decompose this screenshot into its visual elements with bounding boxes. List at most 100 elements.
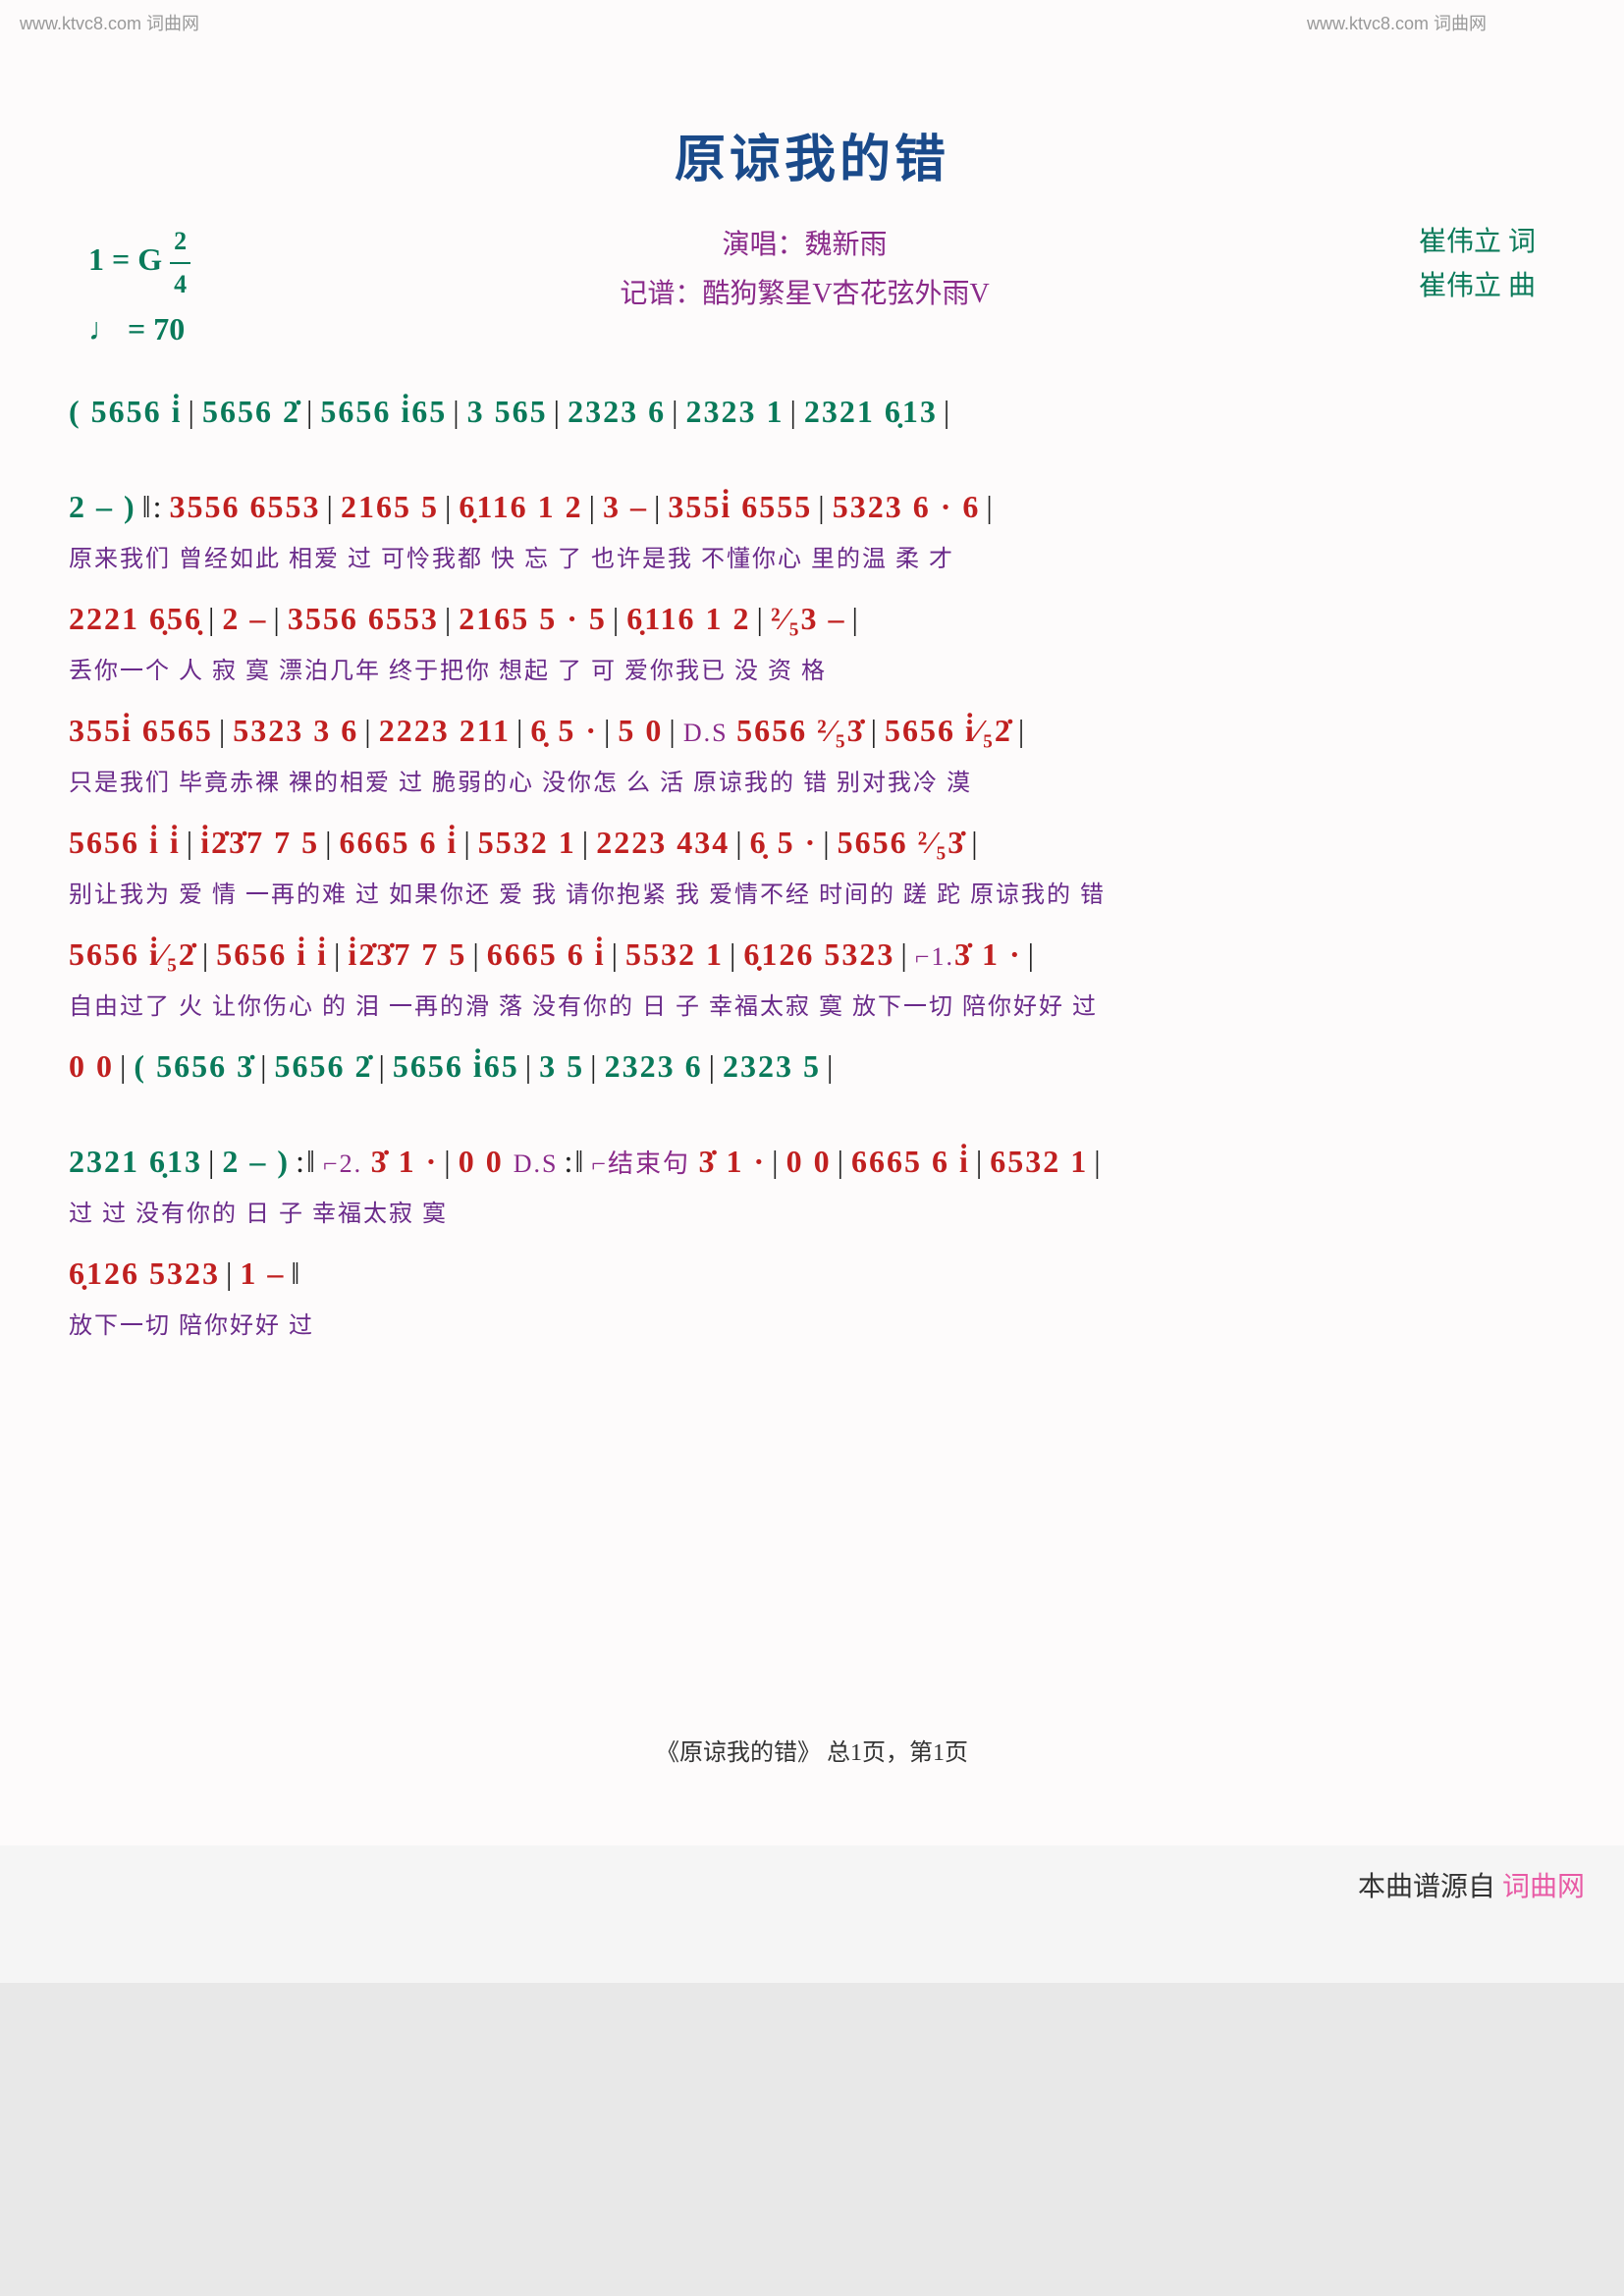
note-group: ²⁄₅3 –	[771, 601, 846, 636]
note-group: 5656 i̇65	[320, 394, 447, 429]
note-group: 6665 6 i̇	[851, 1144, 970, 1179]
barline: |	[267, 601, 287, 636]
barline: |	[114, 1048, 134, 1084]
barline: |	[965, 825, 985, 860]
barline: |	[584, 1048, 604, 1084]
score-sheet: 原谅我的错 1 = G 2 4 ♩ = 70 演唱：魏新雨 记谱：酷狗繁星V杏花…	[0, 0, 1624, 1845]
barline: |	[458, 825, 477, 860]
barline: |	[703, 1048, 723, 1084]
note-group: ⌐1.	[915, 942, 954, 971]
note-group: 6̣116 1 2	[626, 601, 750, 636]
lyric-line: 过 过 没有你的 日 子 幸福太寂 寞	[69, 1194, 1555, 1228]
barline: |	[832, 1144, 851, 1179]
note-group: 5656 ²⁄₅3̇	[736, 713, 865, 748]
lyric-line: 别让我为 爱 情 一再的难 过 如果你还 爱 我 请你抱紧 我 爱情不经 时间的…	[69, 875, 1555, 909]
note-group: 3 5	[539, 1048, 584, 1084]
staff-line: 2321 6̣13|2 – ):‖⌐2. 3̇ 1 ·|0 0 D.S:‖⌐结束…	[69, 1144, 1555, 1180]
note-group: 6̣116 1 2	[459, 489, 582, 524]
score-body: ( 5656 i̇|5656 2̇|5656 i̇65|3 565|2323 6…	[69, 394, 1555, 1340]
barline: |	[439, 601, 459, 636]
song-title: 原谅我的错	[69, 118, 1555, 191]
note-group: 6̣126 5323	[743, 936, 894, 972]
barline: |	[576, 825, 596, 860]
barline: |	[254, 1048, 274, 1084]
lyric-line: 丢你一个 人 寂 寞 漂泊几年 终于把你 想起 了 可 爱你我已 没 资 格	[69, 651, 1555, 685]
barline: |	[319, 825, 339, 860]
note-group: 2165 5	[341, 489, 439, 524]
barline: |	[812, 489, 832, 524]
barline: |	[321, 489, 341, 524]
barline: :‖	[290, 1144, 323, 1179]
note-group: 2323 1	[685, 394, 784, 429]
note-group: 355i̇ 6555	[668, 489, 812, 524]
barline: |	[648, 489, 668, 524]
staff-line: 2221 6̣56̣|2 –|3556 6553|2165 5 · 5|6̣11…	[69, 601, 1555, 637]
note-group: 5656 2̇	[202, 394, 300, 429]
key-signature-block: 1 = G 2 4 ♩ = 70	[88, 221, 190, 354]
composer: 崔伟立 曲	[1419, 265, 1536, 309]
lyricist: 崔伟立 词	[1419, 221, 1536, 265]
note-group: 2 – )	[222, 1144, 290, 1179]
note-group: 2321 6̣13	[804, 394, 938, 429]
note-group: 5532 1	[625, 936, 724, 972]
barline: |	[663, 713, 682, 748]
lyric-line: 原来我们 曾经如此 相爱 过 可怜我都 快 忘 了 也许是我 不懂你心 里的温 …	[69, 539, 1555, 573]
barline: |	[583, 489, 603, 524]
barline: |	[181, 825, 200, 860]
note-group: 6532 1	[990, 1144, 1088, 1179]
note-group: 5656 i̇⁄₅2̇	[885, 713, 1012, 748]
note-group: 0 0	[459, 1144, 514, 1179]
note-group: 2165 5 · 5	[459, 601, 607, 636]
barline: |	[220, 1255, 240, 1291]
barline: |	[213, 713, 233, 748]
barline: |	[358, 713, 378, 748]
barline: |	[766, 1144, 785, 1179]
time-signature: 2 4	[170, 221, 190, 304]
barline: |	[865, 713, 885, 748]
watermark-left: www.ktvc8.com 词曲网	[20, 10, 199, 35]
note-group: 0 0	[69, 1048, 114, 1084]
barline: |	[666, 394, 685, 429]
barline: |	[606, 936, 625, 972]
performer-label: 演唱：	[723, 230, 805, 260]
note-group: 0 0	[786, 1144, 832, 1179]
note-group: 3̇ 1 ·	[371, 1144, 439, 1179]
note-group: ( 5656 i̇	[69, 394, 183, 429]
barline: |	[439, 489, 459, 524]
barline: |	[938, 394, 957, 429]
note-group: 2323 6	[568, 394, 666, 429]
staff-line: 5656 i̇⁄₅2̇|5656 i̇ i̇|i̇2̇3̇7 7 5|6665 …	[69, 936, 1555, 973]
lyric-line: 自由过了 火 让你伤心 的 泪 一再的滑 落 没有你的 日 子 幸福太寂 寞 放…	[69, 987, 1555, 1021]
barline: ‖:	[136, 489, 170, 524]
score-header: 1 = G 2 4 ♩ = 70 演唱：魏新雨 记谱：酷狗繁星V杏花弦外雨V 崔…	[88, 221, 1536, 354]
note-group: 2321 6̣13	[69, 1144, 202, 1179]
note-group: 5656 i̇65	[393, 1048, 519, 1084]
barline: |	[1088, 1144, 1108, 1179]
footer-link[interactable]: 词曲网	[1502, 1872, 1585, 1902]
transcriber-name: 酷狗繁星V杏花弦外雨V	[702, 279, 989, 309]
note-group: ( 5656 3̇	[134, 1048, 254, 1084]
barline: |	[970, 1144, 990, 1179]
barline: |	[202, 601, 222, 636]
barline: |	[1012, 713, 1032, 748]
staff-line: 2 – )‖:3556 6553|2165 5|6̣116 1 2|3 –|35…	[69, 489, 1555, 525]
barline: |	[784, 394, 803, 429]
note-group: 3 –	[603, 489, 648, 524]
note-group: 2223 211	[379, 713, 511, 748]
note-group: 2323 6	[605, 1048, 703, 1084]
staff-line: ( 5656 i̇|5656 2̇|5656 i̇65|3 565|2323 6…	[69, 394, 1555, 430]
staff-line: 6̣126 5323|1 –‖	[69, 1255, 1555, 1292]
note-group: ⌐2.	[323, 1149, 371, 1178]
note-group: 6̣ 5 ·	[530, 713, 598, 748]
note-group: ⌐结束句	[591, 1149, 698, 1178]
note-group: i̇2̇3̇7 7 5	[348, 936, 466, 972]
barline: |	[821, 1048, 840, 1084]
note-group: 5656 i̇ i̇	[216, 936, 328, 972]
barline: |	[196, 936, 216, 972]
note-group: 5 0	[618, 713, 663, 748]
note-group: 3 565	[467, 394, 548, 429]
note-group: 2 –	[222, 601, 267, 636]
barline: |	[183, 394, 202, 429]
note-group: 5323 6 · 6	[833, 489, 981, 524]
watermark-right: www.ktvc8.com 词曲网	[1307, 10, 1487, 35]
